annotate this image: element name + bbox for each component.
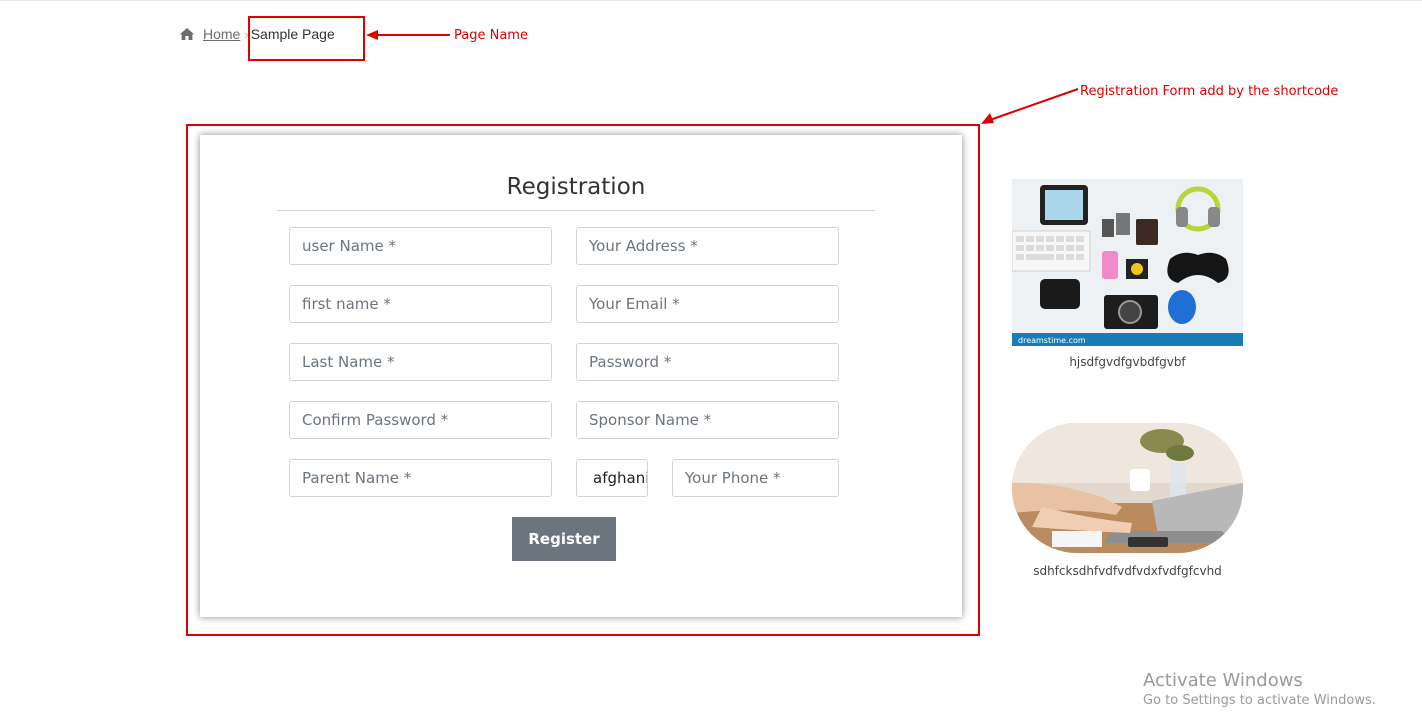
registration-form-annotation: Registration Form add by the shortcode bbox=[1080, 84, 1339, 99]
country-select[interactable]: afghanistan bbox=[576, 459, 648, 497]
address-input[interactable] bbox=[576, 227, 839, 265]
page-name-annotation: Page Name bbox=[454, 28, 528, 43]
electronics-illustration: dreamstime.com bbox=[1012, 179, 1243, 346]
last-name-input[interactable] bbox=[289, 343, 552, 381]
activate-windows-watermark: Activate Windows Go to Settings to activ… bbox=[1143, 670, 1376, 708]
laptop-image[interactable] bbox=[1012, 423, 1243, 553]
sponsor-name-input[interactable] bbox=[576, 401, 839, 439]
image1-caption: hjsdfgvdfgvbdfgvbf bbox=[1069, 355, 1186, 369]
form-annotation-arrow-icon bbox=[981, 88, 1079, 124]
image1-watermark-text: dreamstime.com bbox=[1018, 336, 1086, 345]
electronics-image[interactable]: dreamstime.com bbox=[1012, 179, 1243, 346]
confirm-password-input[interactable] bbox=[289, 401, 552, 439]
breadcrumb-home-link[interactable]: Home bbox=[203, 26, 240, 42]
page-name-arrow-icon bbox=[366, 30, 450, 40]
top-border bbox=[0, 0, 1422, 1]
home-icon bbox=[180, 28, 194, 40]
image2-caption: sdhfcksdhfvdfvdfvdxfvdfgfcvhd bbox=[1033, 564, 1222, 578]
page-name-highlight-box bbox=[248, 16, 365, 61]
form-title: Registration bbox=[506, 174, 646, 200]
email-input[interactable] bbox=[576, 285, 839, 323]
parent-name-input[interactable] bbox=[289, 459, 552, 497]
phone-input[interactable] bbox=[672, 459, 839, 497]
watermark-subtitle: Go to Settings to activate Windows. bbox=[1143, 693, 1376, 708]
watermark-title: Activate Windows bbox=[1143, 670, 1303, 691]
laptop-illustration bbox=[1012, 423, 1243, 553]
register-button[interactable]: Register bbox=[512, 517, 616, 561]
title-divider bbox=[277, 210, 875, 211]
password-input[interactable] bbox=[576, 343, 839, 381]
first-name-input[interactable] bbox=[289, 285, 552, 323]
user-name-input[interactable] bbox=[289, 227, 552, 265]
